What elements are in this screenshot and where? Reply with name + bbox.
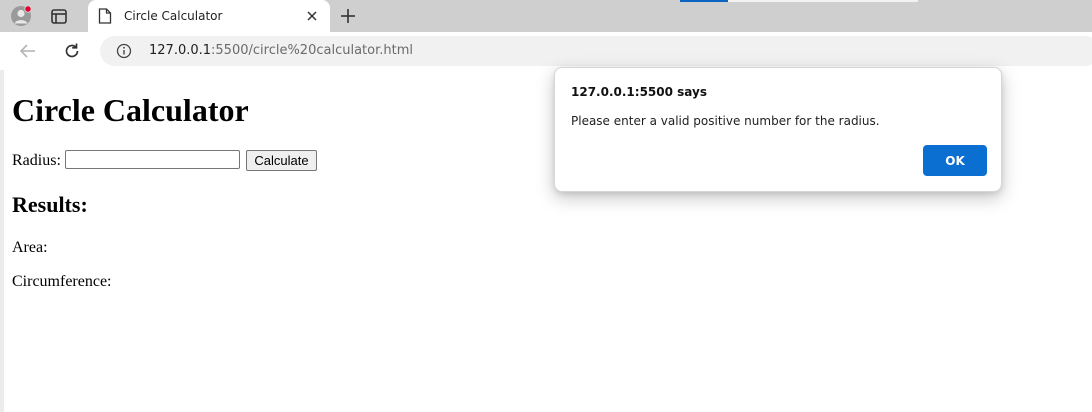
ok-button[interactable]: OK [923, 145, 987, 176]
tab-actions-icon[interactable] [48, 6, 70, 28]
address-toolbar: 127.0.0.1:5500/circle%20calculator.html [0, 32, 1092, 70]
results-heading: Results: [12, 192, 88, 217]
dialog-title: 127.0.0.1:5500 says [571, 85, 707, 99]
page-icon [98, 8, 112, 24]
tabstrip-accent [680, 0, 728, 2]
area-label: Area: [12, 239, 48, 256]
calculate-button[interactable]: Calculate [246, 150, 317, 171]
browser-window: Circle Calculator 127.0.0.1:5500/circle%… [0, 0, 1092, 412]
info-icon[interactable] [116, 43, 132, 59]
dialog-message: Please enter a valid positive number for… [571, 114, 880, 128]
tab-title: Circle Calculator [124, 9, 223, 23]
tab-circle-calculator[interactable]: Circle Calculator [88, 0, 330, 32]
close-icon[interactable] [304, 8, 320, 24]
tabstrip-highlight [728, 0, 918, 2]
back-arrow-icon[interactable] [18, 41, 38, 61]
radius-input[interactable] [65, 150, 240, 169]
radius-label: Radius: [12, 152, 61, 169]
circumference-label: Circumference: [12, 273, 112, 290]
url-path: :5500/circle%20calculator.html [211, 43, 413, 58]
tab-strip: Circle Calculator [0, 0, 1092, 32]
url-host: 127.0.0.1 [149, 43, 212, 58]
profile-avatar-icon[interactable] [10, 5, 32, 27]
page-title: Circle Calculator [12, 92, 249, 128]
url-text: 127.0.0.1:5500/circle%20calculator.html [149, 43, 413, 58]
address-bar[interactable]: 127.0.0.1:5500/circle%20calculator.html [100, 36, 1092, 66]
alert-dialog: 127.0.0.1:5500 says Please enter a valid… [554, 67, 1002, 192]
reload-icon[interactable] [62, 41, 82, 61]
new-tab-icon[interactable] [338, 6, 358, 26]
